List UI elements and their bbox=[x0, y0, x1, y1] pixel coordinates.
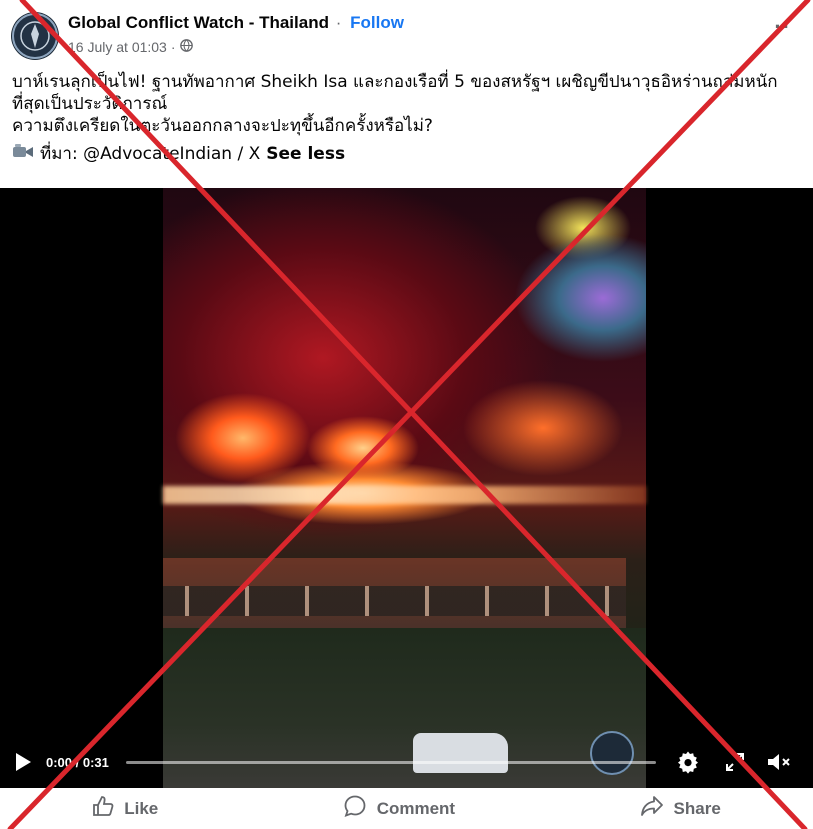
source-line: ที่มา: @AdvocateIndian / X See less bbox=[12, 143, 802, 165]
source-text: ที่มา: @AdvocateIndian / X bbox=[40, 144, 261, 164]
building-windows bbox=[163, 586, 626, 616]
post-timestamp[interactable]: 16 July at 01:03 bbox=[68, 39, 167, 55]
post-text-line: บาห์เรนลุกเป็นไฟ! ฐานทัพอากาศ Sheikh Isa… bbox=[12, 72, 778, 92]
see-less-link[interactable]: See less bbox=[266, 143, 345, 165]
like-button[interactable]: Like bbox=[92, 795, 158, 822]
post-meta: 16 July at 01:03 · bbox=[68, 39, 193, 55]
like-label: Like bbox=[124, 798, 159, 818]
post-header: Global Conflict Watch - Thailand · Follo… bbox=[0, 0, 813, 64]
video-camera-icon bbox=[12, 143, 34, 165]
page-name-line: Global Conflict Watch - Thailand · Follo… bbox=[68, 13, 404, 33]
video-frame bbox=[163, 188, 646, 788]
globe-icon bbox=[179, 39, 193, 55]
more-options-icon[interactable]: ·· bbox=[774, 16, 791, 38]
post-actions: Like Comment Share bbox=[0, 788, 813, 829]
page-avatar[interactable] bbox=[11, 12, 59, 60]
comment-label: Comment bbox=[376, 798, 456, 818]
comment-bubble-icon bbox=[343, 794, 367, 823]
post-text-line: ความตึงเครียดในตะวันออกกลางจะปะทุขึ้นอีก… bbox=[12, 116, 433, 136]
gear-icon[interactable] bbox=[676, 736, 700, 788]
video-player[interactable]: 0:00 / 0:31 bbox=[0, 188, 813, 788]
timestamp-separator: · bbox=[170, 39, 176, 55]
fire-roofline bbox=[163, 486, 646, 504]
thumbs-up-icon bbox=[92, 795, 114, 822]
video-controls: 0:00 / 0:31 bbox=[0, 736, 813, 788]
name-separator: · bbox=[335, 13, 342, 32]
comment-button[interactable]: Comment bbox=[343, 794, 455, 823]
video-time: 0:00 / 0:31 bbox=[46, 754, 109, 770]
video-progress-bar[interactable] bbox=[126, 761, 656, 764]
post-text-line: ที่สุดเป็นประวัติการณ์ bbox=[12, 94, 168, 114]
muted-speaker-icon[interactable] bbox=[766, 736, 792, 788]
share-arrow-icon bbox=[640, 795, 664, 822]
post-text: บาห์เรนลุกเป็นไฟ! ฐานทัพอากาศ Sheikh Isa… bbox=[12, 71, 802, 165]
page-name[interactable]: Global Conflict Watch - Thailand bbox=[68, 13, 329, 32]
fullscreen-icon[interactable] bbox=[724, 736, 746, 788]
play-icon[interactable] bbox=[14, 736, 32, 788]
follow-button[interactable]: Follow bbox=[350, 13, 404, 32]
share-label: Share bbox=[673, 798, 721, 818]
share-button[interactable]: Share bbox=[640, 795, 721, 822]
